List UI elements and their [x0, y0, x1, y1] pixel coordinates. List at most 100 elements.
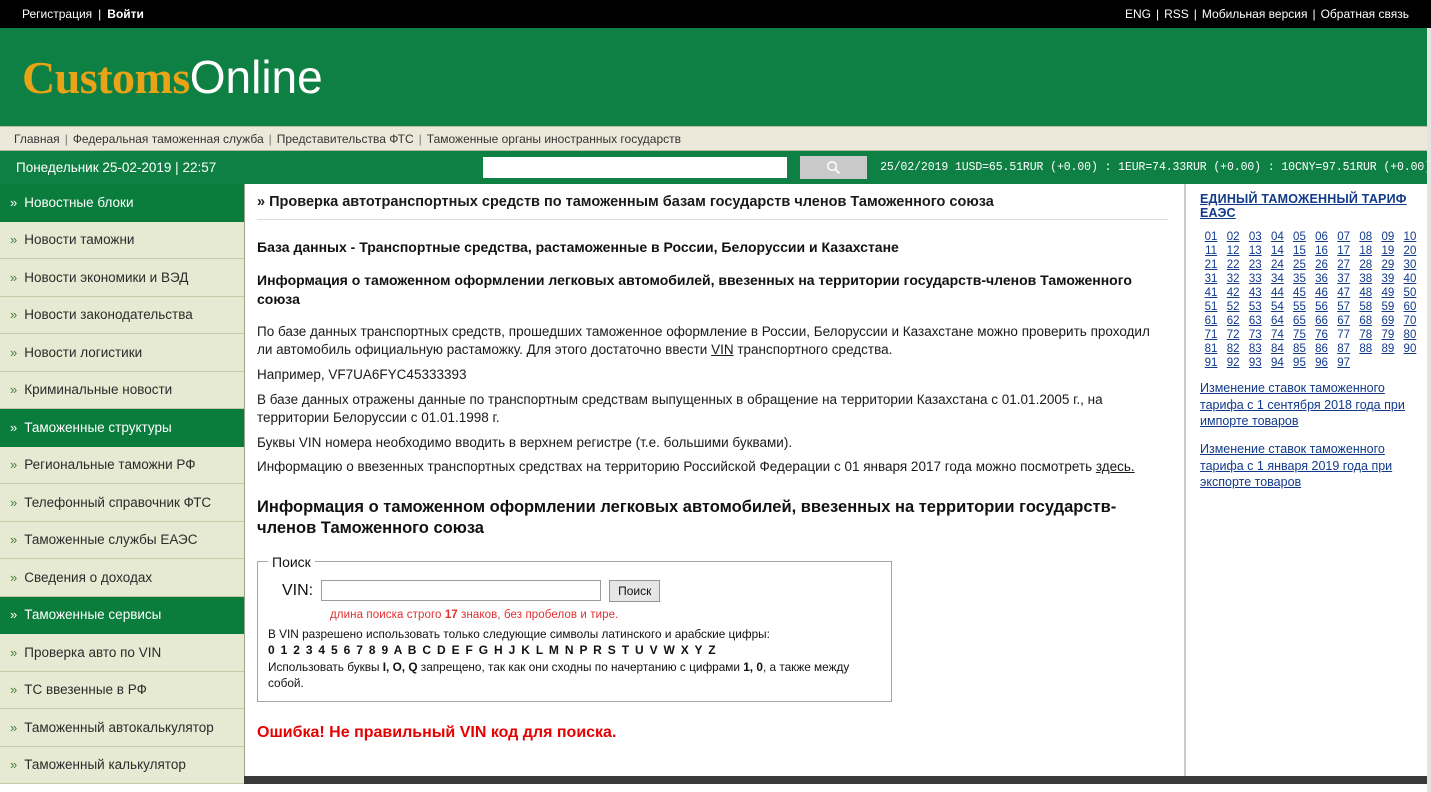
tariff-code[interactable]: 32 [1222, 273, 1244, 285]
tariff-code[interactable]: 19 [1377, 245, 1399, 257]
sidebar-item-criminal-news[interactable]: » Криминальные новости [0, 371, 244, 409]
vin-inline-link[interactable]: VIN [711, 342, 734, 357]
vin-input[interactable] [321, 580, 602, 602]
tariff-code[interactable]: 15 [1288, 245, 1310, 257]
tariff-code[interactable]: 28 [1355, 259, 1377, 271]
tariff-code[interactable]: 62 [1222, 315, 1244, 327]
breadcrumb-item-representations[interactable]: Представительства ФТС [277, 132, 414, 146]
tariff-code[interactable]: 25 [1288, 259, 1310, 271]
feedback-link[interactable]: Обратная связь [1321, 7, 1409, 21]
tariff-code[interactable]: 10 [1399, 231, 1421, 243]
tariff-code[interactable]: 91 [1200, 357, 1222, 369]
tariff-code[interactable]: 37 [1333, 273, 1355, 285]
tariff-code[interactable]: 40 [1399, 273, 1421, 285]
tariff-code[interactable]: 78 [1355, 329, 1377, 341]
tariff-code[interactable]: 59 [1377, 301, 1399, 313]
tariff-code[interactable]: 71 [1200, 329, 1222, 341]
tariff-code[interactable]: 93 [1244, 357, 1266, 369]
tariff-code[interactable]: 53 [1244, 301, 1266, 313]
tariff-change-export-link[interactable]: Изменение ставок таможенного тарифа с 1 … [1200, 441, 1421, 491]
sidebar-item-regional-customs[interactable]: » Региональные таможни РФ [0, 446, 244, 484]
here-link[interactable]: здесь. [1096, 459, 1135, 474]
tariff-code[interactable]: 24 [1266, 259, 1288, 271]
sidebar-item-customs-news[interactable]: » Новости таможни [0, 221, 244, 259]
tariff-code[interactable]: 08 [1355, 231, 1377, 243]
tariff-code[interactable]: 60 [1399, 301, 1421, 313]
tariff-code[interactable]: 64 [1266, 315, 1288, 327]
sidebar-item-income-info[interactable]: » Сведения о доходах [0, 559, 244, 597]
site-logo[interactable]: CustomsOnline [22, 54, 323, 101]
tariff-code[interactable]: 41 [1200, 287, 1222, 299]
tariff-code[interactable]: 72 [1222, 329, 1244, 341]
tariff-code[interactable]: 38 [1355, 273, 1377, 285]
tariff-code[interactable]: 50 [1399, 287, 1421, 299]
tariff-code[interactable]: 22 [1222, 259, 1244, 271]
tariff-code[interactable]: 90 [1399, 343, 1421, 355]
tariff-code[interactable]: 11 [1200, 245, 1222, 257]
tariff-code[interactable]: 46 [1311, 287, 1333, 299]
tariff-code[interactable]: 03 [1244, 231, 1266, 243]
tariff-code[interactable]: 51 [1200, 301, 1222, 313]
tariff-code[interactable]: 57 [1333, 301, 1355, 313]
tariff-code[interactable]: 79 [1377, 329, 1399, 341]
breadcrumb-item-home[interactable]: Главная [14, 132, 60, 146]
sidebar-item-logistics-news[interactable]: » Новости логистики [0, 334, 244, 372]
tariff-code[interactable]: 39 [1377, 273, 1399, 285]
tariff-code[interactable]: 82 [1222, 343, 1244, 355]
search-input[interactable] [482, 157, 787, 178]
tariff-code[interactable]: 12 [1222, 245, 1244, 257]
page-scrollbar[interactable] [1427, 28, 1431, 792]
tariff-code[interactable]: 23 [1244, 259, 1266, 271]
tariff-code[interactable]: 87 [1333, 343, 1355, 355]
sidebar-item-vin-check[interactable]: » Проверка авто по VIN [0, 634, 244, 672]
mobile-version-link[interactable]: Мобильная версия [1202, 7, 1308, 21]
tariff-code[interactable]: 43 [1244, 287, 1266, 299]
tariff-code[interactable]: 63 [1244, 315, 1266, 327]
rss-link[interactable]: RSS [1164, 7, 1189, 21]
tariff-code[interactable]: 21 [1200, 259, 1222, 271]
tariff-code[interactable]: 74 [1266, 329, 1288, 341]
tariff-code[interactable]: 34 [1266, 273, 1288, 285]
tariff-code[interactable]: 76 [1311, 329, 1333, 341]
sidebar-item-customs-structures[interactable]: » Таможенные структуры [0, 409, 244, 447]
tariff-code[interactable]: 54 [1266, 301, 1288, 313]
tariff-code[interactable]: 06 [1311, 231, 1333, 243]
breadcrumb-item-fts[interactable]: Федеральная таможенная служба [73, 132, 264, 146]
tariff-code[interactable]: 35 [1288, 273, 1310, 285]
tariff-code[interactable]: 73 [1244, 329, 1266, 341]
sidebar-item-auto-calculator[interactable]: » Таможенный автокалькулятор [0, 709, 244, 747]
tariff-code[interactable]: 27 [1333, 259, 1355, 271]
tariff-code[interactable]: 31 [1200, 273, 1222, 285]
tariff-code[interactable]: 56 [1311, 301, 1333, 313]
tariff-code[interactable]: 29 [1377, 259, 1399, 271]
tariff-code[interactable]: 85 [1288, 343, 1310, 355]
tariff-code[interactable]: 89 [1377, 343, 1399, 355]
tariff-code[interactable]: 61 [1200, 315, 1222, 327]
search-submit-button[interactable] [799, 156, 868, 179]
tariff-code[interactable]: 20 [1399, 245, 1421, 257]
tariff-code[interactable]: 66 [1311, 315, 1333, 327]
tariff-code[interactable]: 33 [1244, 273, 1266, 285]
tariff-code[interactable]: 88 [1355, 343, 1377, 355]
tariff-code[interactable]: 92 [1222, 357, 1244, 369]
sidebar-item-eaeu-customs-services[interactable]: » Таможенные службы ЕАЭС [0, 521, 244, 559]
sidebar-item-phone-directory[interactable]: » Телефонный справочник ФТС [0, 484, 244, 522]
tariff-code[interactable]: 02 [1222, 231, 1244, 243]
tariff-code[interactable]: 52 [1222, 301, 1244, 313]
tariff-code[interactable]: 13 [1244, 245, 1266, 257]
tariff-code[interactable]: 97 [1333, 357, 1355, 369]
tariff-code[interactable]: 83 [1244, 343, 1266, 355]
sidebar-item-vehicles-imported-rf[interactable]: » ТС ввезенные в РФ [0, 671, 244, 709]
tariff-code[interactable]: 80 [1399, 329, 1421, 341]
login-link[interactable]: Войти [107, 7, 144, 21]
tariff-code[interactable]: 75 [1288, 329, 1310, 341]
tariff-code[interactable]: 42 [1222, 287, 1244, 299]
sidebar-item-legislation-news[interactable]: » Новости законодательства [0, 296, 244, 334]
tariff-code[interactable]: 04 [1266, 231, 1288, 243]
tariff-code[interactable]: 69 [1377, 315, 1399, 327]
tariff-code[interactable]: 70 [1399, 315, 1421, 327]
tariff-code[interactable]: 44 [1266, 287, 1288, 299]
tariff-code[interactable]: 77 [1333, 329, 1355, 341]
tariff-code[interactable]: 94 [1266, 357, 1288, 369]
sidebar-item-customs-calculator[interactable]: » Таможенный калькулятор [0, 746, 244, 784]
